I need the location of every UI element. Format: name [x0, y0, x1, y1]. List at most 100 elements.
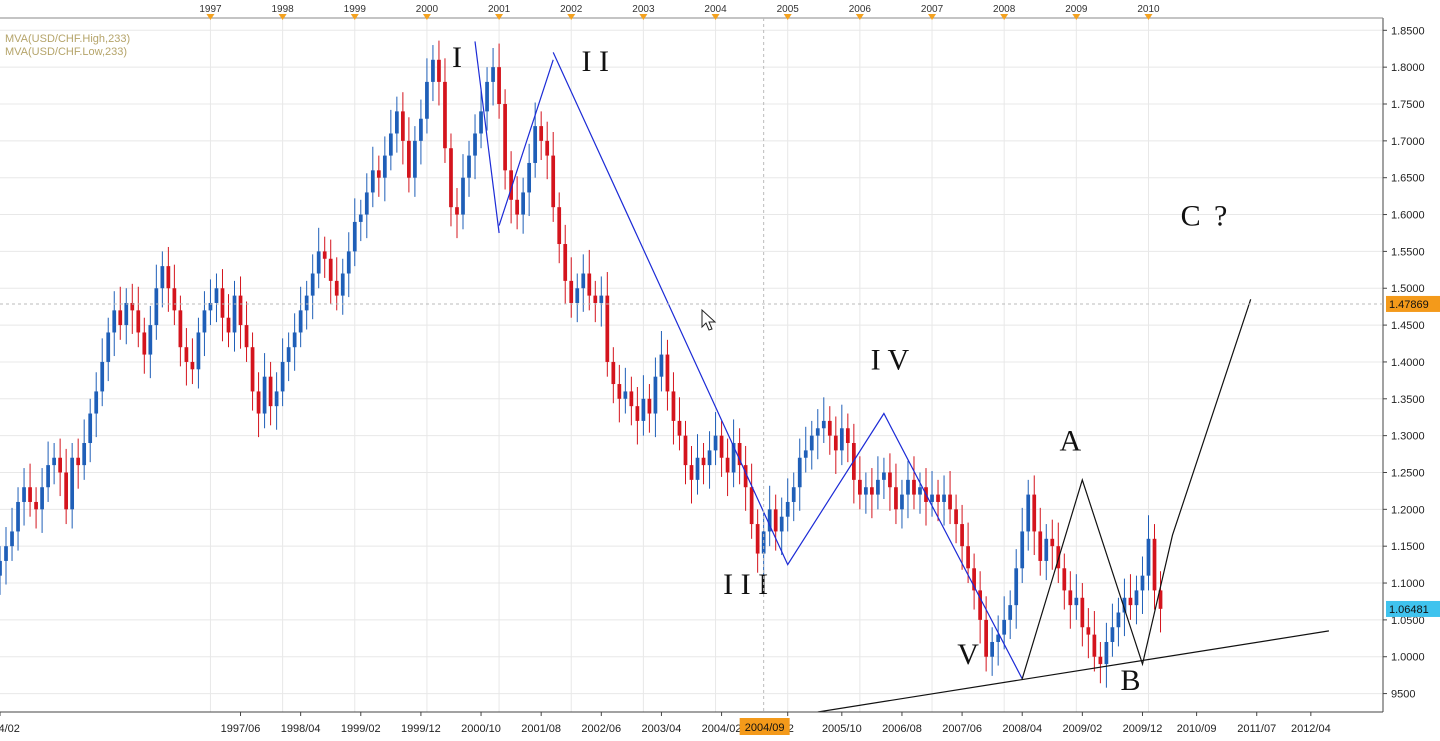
y-tick-label: 1.1000 — [1391, 578, 1425, 590]
candle-body — [611, 361, 616, 385]
x-tick-label: 2009/12 — [1123, 723, 1163, 735]
candle-body — [268, 376, 273, 407]
candle-body — [382, 155, 387, 178]
y-tick-label: 1.8000 — [1391, 62, 1425, 74]
candle-body — [334, 280, 339, 296]
x-tick-label: 2010/09 — [1177, 723, 1217, 735]
candle-body — [617, 384, 622, 399]
candle-body — [521, 192, 525, 215]
candle-body — [870, 487, 874, 495]
candle-body — [148, 325, 153, 355]
candle-body — [407, 140, 411, 178]
candle-body — [58, 457, 62, 473]
candle-body — [376, 170, 381, 178]
candle-body — [340, 273, 345, 296]
candle-body — [882, 472, 886, 480]
candle-body — [40, 487, 44, 510]
y-tick-label: 1.7500 — [1391, 99, 1425, 111]
candle-body — [124, 302, 129, 326]
candle-body — [304, 295, 309, 311]
candle-body — [1002, 619, 1007, 635]
candle-body — [455, 207, 459, 215]
candle-body — [1104, 641, 1109, 665]
candle-body — [172, 288, 177, 311]
candle-body — [316, 251, 321, 274]
candle-body — [112, 310, 117, 333]
candle-body — [280, 361, 285, 392]
candle-body — [485, 81, 489, 112]
candlestick-chart[interactable]: I I I I I I I V V A B C? 1.8500 1.8000 1.7500 1.70… — [0, 0, 1440, 741]
y-tick-label: 1.4500 — [1391, 320, 1425, 332]
candle-body — [803, 450, 808, 458]
y-tick-label: 1.2000 — [1391, 504, 1425, 516]
candle-body — [1128, 597, 1133, 606]
year-label: 1999 — [344, 4, 367, 15]
candle-body — [1092, 634, 1097, 657]
candle-body — [695, 457, 700, 480]
candle-body — [154, 288, 159, 326]
candle-body — [100, 361, 105, 392]
candle-body — [954, 509, 958, 525]
chart-container: I I I I I I I V V A B C? 1.8500 1.8000 1.7500 1.70… — [0, 0, 1440, 741]
candle-body — [388, 133, 393, 156]
candle-body — [533, 126, 538, 163]
x-tick-label: 2011/07 — [1237, 723, 1276, 735]
candle-body — [527, 162, 532, 193]
candle-body — [821, 420, 826, 429]
candle-body — [503, 104, 507, 171]
candle-body — [641, 398, 646, 421]
wave-label: I I — [582, 45, 609, 78]
candle-body — [647, 398, 652, 414]
candle-body — [473, 133, 477, 156]
candle-body — [791, 487, 796, 502]
candle-body — [16, 501, 20, 532]
candle-body — [755, 524, 760, 554]
y-tick-label: 1.1500 — [1391, 541, 1425, 553]
wave-label: V — [957, 638, 979, 671]
candle-body — [906, 479, 910, 495]
candle-body — [166, 266, 171, 289]
candle-body — [936, 494, 940, 502]
candle-body — [461, 177, 465, 215]
x-tick-label: 1994/02 — [0, 723, 20, 735]
candle-body — [876, 479, 880, 495]
candle-body — [557, 207, 562, 245]
y-tick-label: 1.5000 — [1391, 283, 1425, 295]
candle-body — [930, 494, 934, 502]
candle-body — [52, 457, 56, 466]
candle-body — [328, 258, 333, 281]
candle-body — [449, 148, 453, 208]
legend-high: MVA(USD/CHF.High,233) — [5, 33, 130, 45]
candle-body — [10, 531, 14, 547]
candle-body — [900, 494, 904, 510]
year-label: 2006 — [849, 4, 872, 15]
candle-body — [827, 420, 832, 436]
wave-label: I V — [871, 343, 910, 376]
candle-body — [88, 413, 93, 444]
candle-body — [671, 391, 676, 421]
candle-body — [274, 391, 279, 407]
chart-background — [0, 0, 1440, 741]
x-tick-label: 2005/10 — [822, 723, 862, 735]
wave-label: B — [1120, 664, 1140, 697]
candle-body — [515, 199, 519, 215]
candle-body — [76, 457, 81, 466]
candle-body — [310, 273, 315, 296]
candle-body — [990, 641, 995, 657]
candle-body — [785, 501, 790, 517]
candle-body — [64, 472, 69, 510]
year-label: 2008 — [993, 4, 1016, 15]
candle-body — [623, 391, 628, 399]
year-label: 2007 — [921, 4, 944, 15]
candle-body — [539, 126, 544, 141]
candle-body — [202, 310, 207, 333]
candle-body — [888, 472, 892, 488]
candle-body — [1032, 494, 1037, 532]
candle-body — [370, 170, 375, 193]
candle-body — [1080, 597, 1085, 628]
candle-body — [719, 435, 724, 458]
candle-body — [244, 325, 249, 348]
candle-body — [1044, 538, 1049, 561]
candle-body — [4, 546, 8, 561]
candle-body — [1038, 531, 1043, 561]
